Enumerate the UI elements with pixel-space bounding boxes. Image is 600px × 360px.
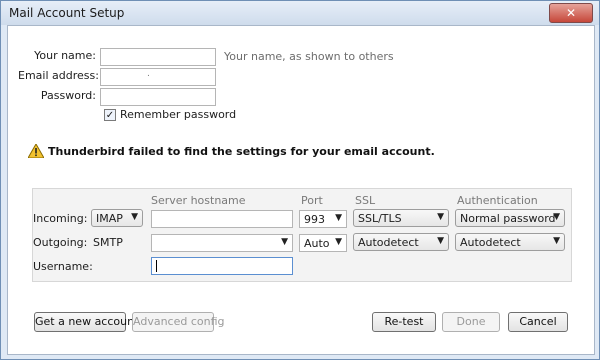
- email-value: .: [147, 69, 150, 79]
- email-label: Email address:: [18, 69, 99, 82]
- outgoing-port-combo[interactable]: Auto ▼: [299, 234, 347, 252]
- get-new-account-button[interactable]: Get a new account: [34, 312, 138, 332]
- chevron-down-icon: ▼: [281, 237, 288, 247]
- incoming-ssl-dropdown[interactable]: SSL/TLS ▼: [353, 209, 449, 227]
- retest-button[interactable]: Re-test: [372, 312, 436, 332]
- outgoing-ssl-value: Autodetect: [358, 236, 419, 249]
- warning-message: Thunderbird failed to find the settings …: [48, 145, 435, 158]
- email-field[interactable]: .: [100, 68, 216, 86]
- chevron-down-icon: ▼: [131, 212, 138, 222]
- close-icon: ✕: [565, 6, 577, 20]
- col-ssl: SSL: [355, 194, 376, 207]
- chevron-down-icon: ▼: [553, 236, 560, 246]
- close-button[interactable]: ✕: [549, 3, 593, 23]
- outgoing-label: Outgoing:: [33, 236, 88, 249]
- mail-account-setup-window: Mail Account Setup ✕ Your name: Your nam…: [0, 0, 600, 360]
- dialog-content: Your name: Your name, as shown to others…: [7, 25, 595, 355]
- incoming-protocol-dropdown[interactable]: IMAP ▼: [91, 209, 143, 227]
- outgoing-port-value: Auto: [304, 237, 330, 250]
- text-caret: [156, 260, 157, 272]
- col-port: Port: [301, 194, 323, 207]
- outgoing-hostname-combo[interactable]: ▼: [151, 234, 293, 252]
- incoming-protocol-value: IMAP: [96, 212, 123, 225]
- cancel-button[interactable]: Cancel: [508, 312, 568, 332]
- done-button[interactable]: Done: [442, 312, 500, 332]
- chevron-down-icon: ▼: [335, 213, 342, 223]
- outgoing-protocol: SMTP: [93, 236, 123, 249]
- password-label: Password:: [40, 89, 96, 102]
- incoming-auth-dropdown[interactable]: Normal password ▼: [455, 209, 565, 227]
- your-name-field[interactable]: [100, 48, 216, 66]
- checkmark-icon: ✓: [105, 110, 115, 121]
- col-authentication: Authentication: [457, 194, 538, 207]
- chevron-down-icon: ▼: [437, 212, 444, 222]
- username-field[interactable]: [151, 257, 293, 275]
- window-title: Mail Account Setup: [9, 6, 125, 20]
- incoming-ssl-value: SSL/TLS: [358, 212, 402, 225]
- title-bar: Mail Account Setup ✕: [1, 1, 599, 25]
- username-label: Username:: [33, 260, 93, 273]
- incoming-port-value: 993: [304, 213, 325, 226]
- outgoing-auth-dropdown[interactable]: Autodetect ▼: [455, 233, 565, 251]
- chevron-down-icon: ▼: [553, 212, 560, 222]
- remember-password-checkbox[interactable]: ✓: [104, 109, 116, 121]
- col-server-hostname: Server hostname: [151, 194, 246, 207]
- remember-password-label: Remember password: [120, 108, 237, 121]
- chevron-down-icon: ▼: [335, 237, 342, 247]
- incoming-port-combo[interactable]: 993 ▼: [299, 210, 347, 228]
- password-field[interactable]: [100, 88, 216, 106]
- your-name-label: Your name:: [34, 49, 96, 62]
- outgoing-ssl-dropdown[interactable]: Autodetect ▼: [353, 233, 449, 251]
- your-name-hint: Your name, as shown to others: [224, 50, 394, 63]
- server-settings-panel: Server hostname Port SSL Authentication …: [32, 188, 572, 282]
- incoming-auth-value: Normal password: [460, 212, 556, 225]
- outgoing-auth-value: Autodetect: [460, 236, 521, 249]
- warning-icon: [28, 144, 44, 158]
- incoming-hostname-field[interactable]: [151, 210, 293, 228]
- incoming-label: Incoming:: [33, 212, 88, 225]
- advanced-config-button[interactable]: Advanced config: [132, 312, 225, 332]
- chevron-down-icon: ▼: [437, 236, 444, 246]
